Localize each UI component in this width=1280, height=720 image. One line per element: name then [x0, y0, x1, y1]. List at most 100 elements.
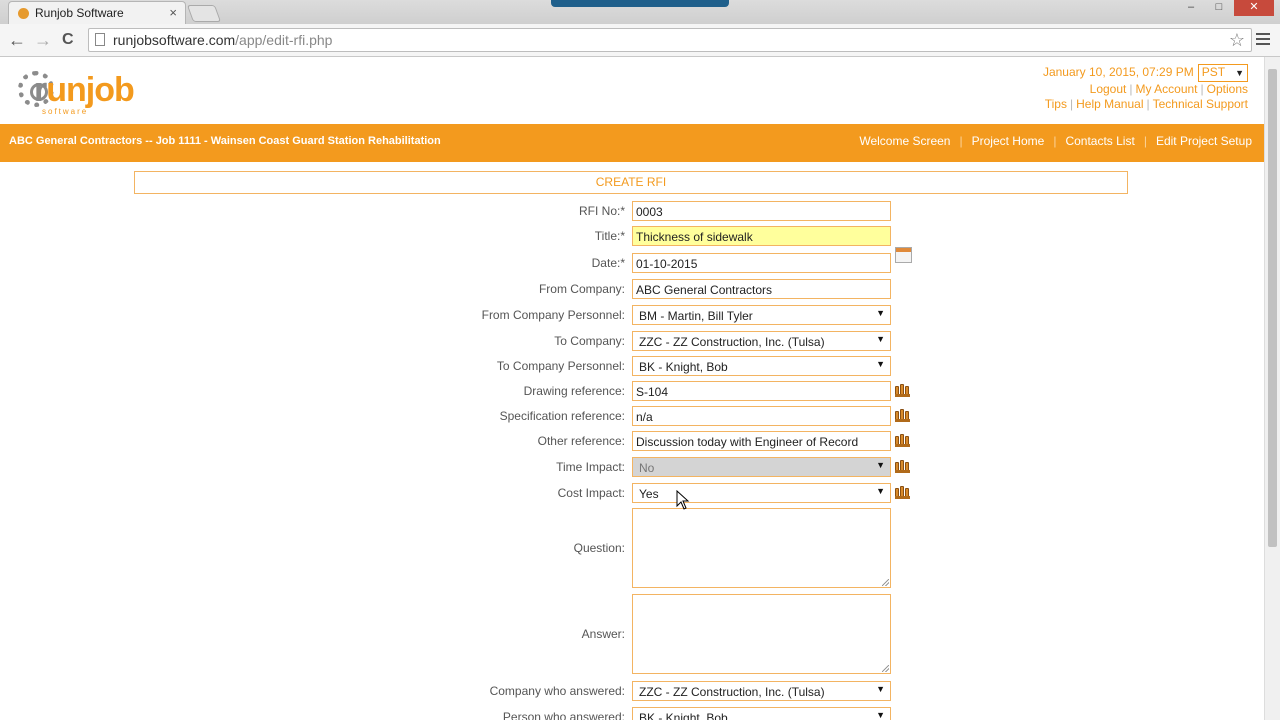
row-title: Title:* Thickness of sidewalk [0, 226, 1264, 247]
window-caption-bar [551, 0, 729, 7]
edit-project-setup-link[interactable]: Edit Project Setup [1156, 134, 1252, 148]
to-company-select[interactable]: ZZC - ZZ Construction, Inc. (Tulsa) ▼ [632, 331, 891, 351]
minimize-icon[interactable]: – [1178, 0, 1204, 16]
rfi-no-input[interactable]: 0003 [632, 201, 891, 221]
help-manual-link[interactable]: Help Manual [1076, 97, 1143, 111]
library-icon[interactable] [895, 486, 910, 499]
tips-link[interactable]: Tips [1045, 97, 1067, 111]
library-icon[interactable] [895, 409, 910, 422]
technical-support-link[interactable]: Technical Support [1153, 97, 1248, 111]
row-date: Date:* 01-10-2015 [0, 247, 1264, 274]
from-personnel-label: From Company Personnel: [481, 308, 625, 322]
row-company-answered: Company who answered: ZZC - ZZ Construct… [0, 681, 1264, 702]
resize-grip-icon[interactable] [882, 579, 889, 586]
cost-impact-label: Cost Impact: [557, 486, 625, 500]
date-input[interactable]: 01-10-2015 [632, 253, 891, 273]
row-drawing-ref: Drawing reference: S-104 [0, 381, 1264, 402]
other-ref-label: Other reference: [537, 434, 625, 448]
chevron-down-icon: ▼ [876, 359, 885, 369]
logo-wordmark: runjob [34, 71, 135, 109]
my-account-link[interactable]: My Account [1135, 82, 1197, 96]
library-icon[interactable] [895, 460, 910, 473]
title-input[interactable]: Thickness of sidewalk [632, 226, 891, 246]
person-answered-label: Person who answered: [502, 710, 625, 720]
date-label: Date:* [591, 256, 625, 270]
drawing-ref-label: Drawing reference: [523, 384, 625, 398]
runjob-logo[interactable]: runjob software [18, 67, 148, 117]
welcome-screen-link[interactable]: Welcome Screen [859, 134, 950, 148]
logout-link[interactable]: Logout [1090, 82, 1127, 96]
question-label: Question: [573, 541, 625, 555]
other-ref-input[interactable]: Discussion today with Engineer of Record [632, 431, 891, 451]
contacts-list-link[interactable]: Contacts List [1065, 134, 1134, 148]
url-path: /app/edit-rfi.php [235, 32, 333, 48]
to-company-label: To Company: [554, 334, 625, 348]
timezone-select[interactable]: PST ▼ [1197, 64, 1248, 82]
scrollbar-thumb[interactable] [1268, 69, 1277, 547]
library-icon[interactable] [895, 384, 910, 397]
url-text: runjobsoftware.com/app/edit-rfi.php [113, 32, 332, 48]
tab-title: Runjob Software [35, 6, 124, 20]
page-scrollbar[interactable] [1264, 57, 1280, 720]
project-nav-links: Welcome Screen | Project Home | Contacts Lis… [859, 134, 1252, 148]
time-impact-select[interactable]: No ▼ [632, 457, 891, 477]
spec-ref-input[interactable]: n/a [632, 406, 891, 426]
url-domain: runjobsoftware.com [113, 32, 236, 48]
browser-menu-icon[interactable] [1256, 33, 1270, 48]
time-impact-label: Time Impact: [556, 460, 625, 474]
favicon-icon [18, 8, 29, 19]
from-company-label: From Company: [538, 282, 625, 296]
browser-toolbar: ← → C runjobsoftware.com/app/edit-rfi.ph… [0, 24, 1280, 57]
chevron-down-icon: ▼ [876, 710, 885, 720]
rfi-no-label: RFI No:* [578, 204, 625, 218]
person-answered-select[interactable]: BK - Knight, Bob ▼ [632, 707, 891, 720]
answer-label: Answer: [581, 627, 625, 641]
row-person-answered: Person who answered: BK - Knight, Bob ▼ [0, 707, 1264, 720]
reload-icon[interactable]: C [62, 31, 74, 49]
maximize-icon[interactable]: □ [1206, 0, 1232, 16]
resize-grip-icon[interactable] [882, 665, 889, 672]
to-personnel-label: To Company Personnel: [496, 359, 625, 373]
library-icon[interactable] [895, 434, 910, 447]
project-home-link[interactable]: Project Home [972, 134, 1045, 148]
chevron-down-icon: ▼ [876, 308, 885, 318]
back-icon[interactable]: ← [8, 30, 26, 51]
row-other-ref: Other reference: Discussion today with E… [0, 431, 1264, 452]
question-textarea[interactable] [632, 508, 891, 588]
new-tab-button[interactable] [186, 5, 222, 22]
page-icon [95, 33, 105, 46]
address-bar[interactable]: runjobsoftware.com/app/edit-rfi.php ☆ [88, 28, 1252, 52]
from-company-input[interactable]: ABC General Contractors [632, 279, 891, 299]
project-nav-bar: ABC General Contractors -- Job 1111 - Wa… [0, 124, 1264, 162]
calendar-icon[interactable] [895, 247, 912, 263]
title-label: Title:* [594, 229, 625, 243]
browser-tabstrip: Runjob Software × – □ ✕ [0, 0, 1280, 24]
to-personnel-select[interactable]: BK - Knight, Bob ▼ [632, 356, 891, 376]
drawing-ref-input[interactable]: S-104 [632, 381, 891, 401]
row-to-company: To Company: ZZC - ZZ Construction, Inc. … [0, 331, 1264, 352]
chevron-down-icon: ▼ [876, 486, 885, 496]
logo-subtitle: software [42, 107, 89, 116]
row-spec-ref: Specification reference: n/a [0, 406, 1264, 427]
row-to-personnel: To Company Personnel: BK - Knight, Bob ▼ [0, 356, 1264, 377]
browser-tab[interactable]: Runjob Software × [8, 1, 186, 24]
bookmark-star-icon[interactable]: ☆ [1229, 30, 1245, 51]
form-heading: CREATE RFI [134, 171, 1128, 194]
row-time-impact: Time Impact: No ▼ [0, 457, 1264, 478]
row-from-personnel: From Company Personnel: BM - Martin, Bil… [0, 305, 1264, 326]
window-close-icon[interactable]: ✕ [1234, 0, 1274, 16]
row-rfi-no: RFI No:* 0003 [0, 201, 1264, 222]
row-from-company: From Company: ABC General Contractors [0, 279, 1264, 300]
header-links: January 10, 2015, 07:29 PM PST ▼ Logout | My… [1042, 64, 1248, 111]
chevron-down-icon: ▼ [876, 684, 885, 694]
page: runjob software January 10, 2015, 07:29 … [0, 57, 1264, 720]
tab-close-icon[interactable]: × [169, 5, 177, 20]
company-answered-select[interactable]: ZZC - ZZ Construction, Inc. (Tulsa) ▼ [632, 681, 891, 701]
forward-icon[interactable]: → [34, 30, 52, 51]
chevron-down-icon: ▼ [876, 460, 885, 470]
from-personnel-select[interactable]: BM - Martin, Bill Tyler ▼ [632, 305, 891, 325]
options-link[interactable]: Options [1207, 82, 1248, 96]
row-cost-impact: Cost Impact: Yes ▼ [0, 483, 1264, 504]
cost-impact-select[interactable]: Yes ▼ [632, 483, 891, 503]
answer-textarea[interactable] [632, 594, 891, 674]
